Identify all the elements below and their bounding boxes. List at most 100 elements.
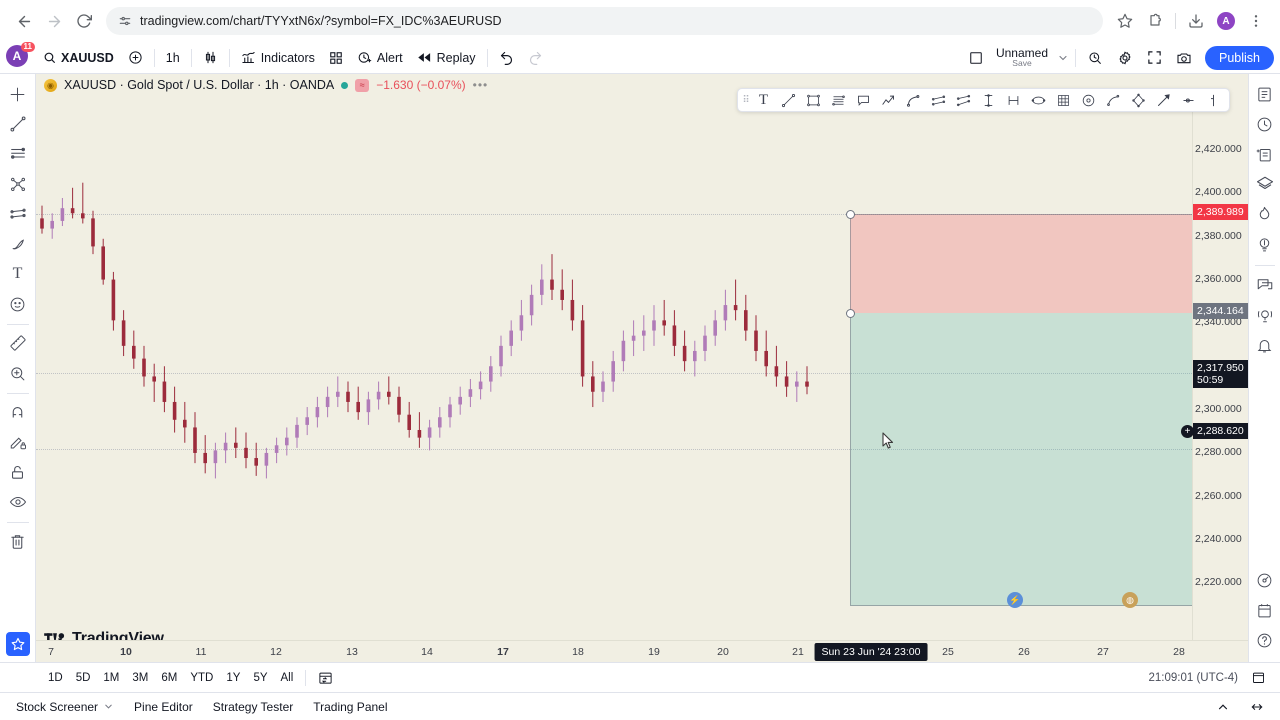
- disjoint-channel-icon[interactable]: [951, 90, 976, 110]
- blue-star-icon[interactable]: [5, 632, 30, 656]
- range-button-all[interactable]: All: [275, 669, 300, 687]
- trend-line-icon[interactable]: [4, 110, 32, 138]
- range-button-3m[interactable]: 3M: [126, 669, 154, 687]
- bell-icon[interactable]: [1252, 331, 1278, 359]
- text-t-icon[interactable]: T: [4, 260, 32, 288]
- timezone-icon[interactable]: [1245, 667, 1272, 688]
- publish-button[interactable]: Publish: [1205, 45, 1274, 70]
- horizontal-measure-icon[interactable]: [1001, 90, 1026, 110]
- interval-button[interactable]: 1h: [159, 45, 187, 71]
- floating-drawing-palette[interactable]: ⠿ T: [737, 88, 1230, 112]
- range-button-1y[interactable]: 1Y: [220, 669, 246, 687]
- target-icon[interactable]: [1252, 566, 1278, 594]
- entry-level-handle[interactable]: [846, 309, 855, 318]
- chevron-down-icon[interactable]: [1057, 52, 1069, 64]
- trash-icon[interactable]: [4, 527, 32, 555]
- indicators-button[interactable]: Indicators: [234, 45, 322, 71]
- add-symbol-button[interactable]: [121, 45, 150, 71]
- stop-level-handle[interactable]: [846, 210, 855, 219]
- arrow-marker-icon[interactable]: [1151, 90, 1176, 110]
- stacked-lines-icon[interactable]: [826, 90, 851, 110]
- smiley-icon[interactable]: [4, 290, 32, 318]
- time-axis[interactable]: 7 10 11 12 13 14 17 18 19 20 21 25 26 27 28 Sun 23 Jun…: [36, 640, 1248, 662]
- eye-hidden-icon[interactable]: [4, 488, 32, 516]
- tab-trading-panel[interactable]: Trading Panel: [305, 696, 395, 718]
- bar-replay-chip[interactable]: ≈: [355, 78, 370, 92]
- brush-icon[interactable]: [4, 230, 32, 258]
- address-bar[interactable]: tradingview.com/chart/TYYxtN6x/?symbol=F…: [106, 7, 1103, 35]
- download-icon[interactable]: [1182, 7, 1210, 35]
- range-button-5y[interactable]: 5Y: [247, 669, 273, 687]
- last-price-badge[interactable]: 2,317.950 50:59: [1193, 360, 1248, 389]
- flame-icon[interactable]: [1252, 200, 1278, 228]
- broadcast-lightbulb-icon[interactable]: [1252, 301, 1278, 329]
- templates-button[interactable]: [322, 45, 350, 71]
- replay-button[interactable]: Replay: [410, 45, 483, 71]
- chart-layout-save-button[interactable]: Unnamed Save: [990, 45, 1071, 71]
- extensions-puzzle-icon[interactable]: [1141, 7, 1169, 35]
- kebab-menu-icon[interactable]: [1242, 7, 1270, 35]
- pitchfork-icon[interactable]: [4, 170, 32, 198]
- text-t-icon[interactable]: T: [751, 90, 776, 110]
- layout-square-icon[interactable]: [962, 45, 990, 71]
- undo-icon[interactable]: [492, 45, 521, 71]
- chevron-down-icon[interactable]: [103, 701, 114, 712]
- concentric-circle-icon[interactable]: [1076, 90, 1101, 110]
- question-circle-icon[interactable]: [1252, 626, 1278, 654]
- more-options-icon[interactable]: •••: [473, 78, 489, 92]
- drag-grip-icon[interactable]: ⠿: [741, 95, 751, 106]
- rectangle-icon[interactable]: [801, 90, 826, 110]
- notes-plus-icon[interactable]: [1252, 140, 1278, 168]
- expand-panel-icon[interactable]: [1242, 696, 1272, 718]
- redo-icon[interactable]: [521, 45, 550, 71]
- lightbulb-icon[interactable]: [1252, 230, 1278, 258]
- dot-line-icon[interactable]: [1176, 90, 1201, 110]
- magnifier-plus-icon[interactable]: [4, 359, 32, 387]
- reload-icon[interactable]: [70, 7, 98, 35]
- layers-icon[interactable]: [1252, 170, 1278, 198]
- range-button-1m[interactable]: 1M: [97, 669, 125, 687]
- quick-search-button[interactable]: [1080, 45, 1110, 71]
- pencil-lock-icon[interactable]: [4, 428, 32, 456]
- range-button-5d[interactable]: 5D: [70, 669, 97, 687]
- camera-icon[interactable]: [1169, 45, 1199, 71]
- magnet-icon[interactable]: [4, 398, 32, 426]
- earnings-event-chip[interactable]: ◍: [1122, 592, 1138, 608]
- fullscreen-icon[interactable]: [1140, 45, 1169, 71]
- chrome-profile-avatar[interactable]: A: [1212, 7, 1240, 35]
- gann-pattern-icon[interactable]: [4, 200, 32, 228]
- price-axis[interactable]: 2,420.000 2,400.000 2,380.000 2,360.000 2,34…: [1181, 96, 1248, 662]
- calendar-icon[interactable]: [1252, 596, 1278, 624]
- tab-strategy-tester[interactable]: Strategy Tester: [205, 696, 301, 718]
- chevron-up-icon[interactable]: [1208, 696, 1238, 718]
- symbol-title[interactable]: XAUUSD · Gold Spot / U.S. Dollar · 1h · …: [64, 78, 334, 92]
- ruler-icon[interactable]: [4, 329, 32, 357]
- horizontal-lines-icon[interactable]: [4, 140, 32, 168]
- bezier-curve-icon[interactable]: [1101, 90, 1126, 110]
- speech-callout-icon[interactable]: [851, 90, 876, 110]
- tab-pine-editor[interactable]: Pine Editor: [126, 696, 201, 718]
- chart-canvas[interactable]: ⚡ ◍ TradingView: [36, 96, 1192, 662]
- alert-button[interactable]: Alert: [350, 45, 410, 71]
- chart-clock[interactable]: 21:09:01 (UTC-4): [1142, 668, 1245, 688]
- ellipse-icon[interactable]: [1026, 90, 1051, 110]
- curve-icon[interactable]: [901, 90, 926, 110]
- goto-date-icon[interactable]: [312, 667, 339, 688]
- grid-icon[interactable]: [1051, 90, 1076, 110]
- crosshair-icon[interactable]: [4, 80, 32, 108]
- economic-event-chip[interactable]: ⚡: [1007, 592, 1023, 608]
- site-settings-icon[interactable]: [118, 14, 132, 28]
- padlock-icon[interactable]: [4, 458, 32, 486]
- zigzag-arrow-icon[interactable]: [876, 90, 901, 110]
- diagonal-line-icon[interactable]: [776, 90, 801, 110]
- settings-gear-icon[interactable]: [1110, 45, 1140, 71]
- chart-style-button[interactable]: [196, 45, 225, 71]
- back-arrow-icon[interactable]: [10, 7, 38, 35]
- stop-loss-badge[interactable]: 2,389.989: [1193, 204, 1248, 221]
- symbol-search-button[interactable]: XAUUSD: [36, 45, 121, 71]
- add-alert-plus-icon[interactable]: +: [1181, 425, 1194, 438]
- watchlist-icon[interactable]: [1252, 80, 1278, 108]
- target-price-badge[interactable]: + 2,288.620: [1181, 423, 1248, 440]
- range-button-6m[interactable]: 6M: [155, 669, 183, 687]
- user-avatar[interactable]: A 11: [6, 41, 35, 71]
